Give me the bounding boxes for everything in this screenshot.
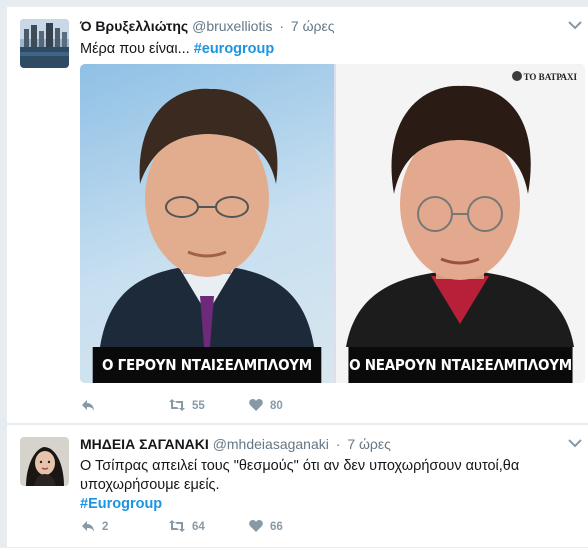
portrait-older (100, 88, 314, 347)
separator: · (279, 18, 285, 34)
reply-button[interactable]: 2 (80, 517, 108, 537)
caret-down-icon[interactable] (568, 435, 582, 448)
display-name[interactable]: Ό Βρυξελλιώτης (80, 18, 188, 34)
tweet-body: Ο Τσίπρας απειλεί τους "θεσμούς" ότι αν … (80, 458, 520, 493)
like-button[interactable]: 66 (248, 517, 283, 537)
tweet-image[interactable]: Ο ΓΕΡΟΥΝ ΝΤΑΙΣΕΛΜΠΛΟΥΜ ΤΟ ΒΑΤΡΑΧΙ Ο ΝΕΑΡ… (80, 64, 585, 383)
reply-icon (80, 400, 102, 412)
left-caption: Ο ΓΕΡΟΥΝ ΝΤΑΙΣΕΛΜΠΛΟΥΜ (92, 347, 322, 383)
portrait-younger (346, 85, 574, 347)
username[interactable]: @bruxelliotis (192, 18, 272, 34)
image-right-panel: ΤΟ ΒΑΤΡΑΧΙ Ο ΝΕΑΡΟΥΝ ΝΤΑΙΣΕΛΜΠΛΟΥΜ (336, 64, 585, 383)
display-name[interactable]: ΜΗΔΕΙΑ ΣΑΓΑΝΑΚΙ (80, 436, 209, 452)
tweet-actions: 2 64 66 (80, 517, 380, 537)
retweet-button[interactable]: 55 (168, 396, 205, 416)
tweet[interactable]: ΜΗΔΕΙΑ ΣΑΓΑΝΑΚΙ @mhdeiasaganaki · 7 ώρες… (7, 425, 588, 548)
like-count: 66 (270, 521, 283, 533)
retweet-icon (168, 399, 192, 412)
watermark-logo: ΤΟ ΒΑΤΡΑΧΙ (511, 70, 577, 84)
like-button[interactable]: 80 (248, 396, 283, 416)
avatar[interactable] (20, 437, 69, 486)
reply-icon (80, 521, 102, 533)
caret-down-icon[interactable] (568, 17, 582, 30)
hashtag-link[interactable]: #Eurogroup (80, 496, 162, 512)
hashtag-link[interactable]: #eurogroup (194, 41, 275, 57)
tweet-body: Μέρα που είναι... (80, 41, 194, 57)
username[interactable]: @mhdeiasaganaki (213, 436, 329, 452)
image-left-panel: Ο ΓΕΡΟΥΝ ΝΤΑΙΣΕΛΜΠΛΟΥΜ (80, 64, 334, 383)
tweet-header: ΜΗΔΕΙΑ ΣΑΓΑΝΑΚΙ @mhdeiasaganaki · 7 ώρες (80, 435, 578, 453)
retweet-icon (168, 520, 192, 533)
heart-icon (248, 520, 270, 533)
reply-count: 2 (102, 521, 109, 533)
retweet-count: 64 (192, 521, 205, 533)
right-caption: Ο ΝΕΑΡΟΥΝ ΝΤΑΙΣΕΛΜΠΛΟΥΜ (348, 347, 573, 383)
timestamp[interactable]: 7 ώρες (347, 436, 391, 452)
tweet-text: Μέρα που είναι... #eurogroup (80, 40, 578, 59)
retweet-count: 55 (192, 400, 205, 412)
heart-icon (248, 399, 270, 412)
timeline: Ό Βρυξελλιώτης @bruxelliotis · 7 ώρες Μέ… (0, 0, 588, 548)
tweet-actions: 55 80 (80, 396, 380, 416)
frog-icon (511, 71, 522, 81)
avatar[interactable] (20, 19, 69, 68)
retweet-button[interactable]: 64 (168, 517, 205, 537)
tweet-text: Ο Τσίπρας απειλεί τους "θεσμούς" ότι αν … (80, 457, 520, 514)
tweet-header: Ό Βρυξελλιώτης @bruxelliotis · 7 ώρες (80, 17, 578, 35)
reply-button[interactable] (80, 396, 102, 416)
timestamp[interactable]: 7 ώρες (291, 18, 335, 34)
separator: · (335, 436, 341, 452)
tweet[interactable]: Ό Βρυξελλιώτης @bruxelliotis · 7 ώρες Μέ… (7, 7, 588, 424)
like-count: 80 (270, 400, 283, 412)
